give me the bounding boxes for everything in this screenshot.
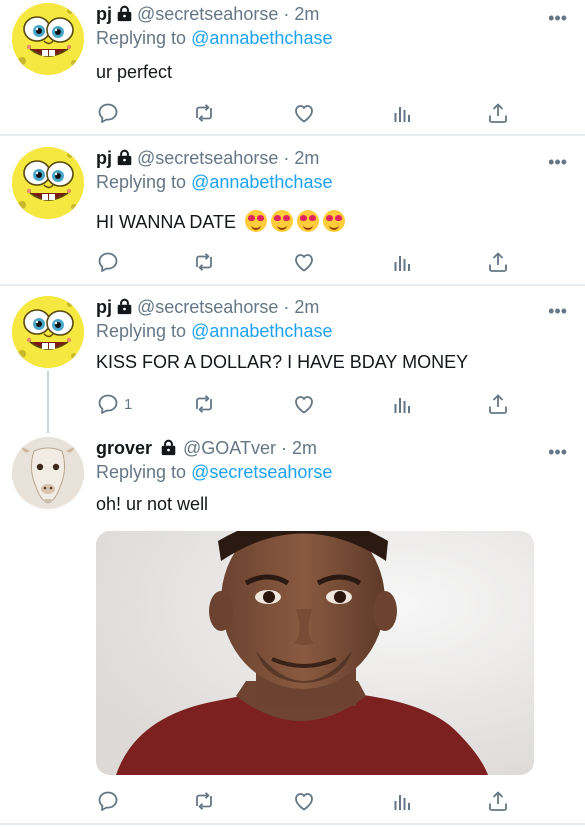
replying-to-link[interactable]: @annabethchase [191, 28, 332, 48]
separator-dot: · [281, 438, 287, 458]
spongebob-avatar[interactable] [12, 296, 84, 368]
analytics-icon[interactable] [390, 788, 414, 814]
display-name[interactable]: pj [96, 148, 112, 168]
lock-icon [160, 439, 177, 456]
share-icon[interactable] [486, 788, 510, 814]
replying-prefix: Replying to [96, 321, 187, 341]
spongebob-avatar[interactable] [12, 3, 84, 75]
reply-icon[interactable]: 1 [96, 391, 132, 417]
tweet-text: oh! ur not well [96, 494, 209, 514]
tweet[interactable]: pj @secretseahorse · 2m ••• Replying to @… [0, 0, 585, 134]
replying-to-link[interactable]: @annabethchase [191, 321, 332, 341]
tweet-header: pj @secretseahorse · 2m [96, 148, 319, 169]
reply-icon[interactable] [96, 249, 120, 275]
tweet[interactable]: pj @secretseahorse · 2m ••• Replying to @… [0, 293, 585, 425]
replying-prefix: Replying to [96, 28, 187, 48]
retweet-icon[interactable] [192, 100, 216, 126]
separator-dot: · [283, 148, 290, 168]
goat-avatar[interactable] [12, 437, 84, 509]
replying-to-link[interactable]: @annabethchase [191, 172, 332, 192]
heart-eyes-emoji [271, 210, 294, 232]
smiling-man-photo[interactable] [96, 531, 534, 775]
like-icon[interactable] [292, 100, 316, 126]
more-options-icon[interactable]: ••• [548, 152, 567, 173]
handle[interactable]: @secretseahorse [137, 297, 278, 317]
retweet-icon[interactable] [192, 391, 216, 417]
tweet-text-row: HI WANNA DATE [96, 210, 346, 233]
tweet-header: grover @GOATver · 2m [96, 438, 317, 459]
lock-icon [116, 298, 133, 315]
heart-eyes-emoji [297, 210, 320, 232]
handle[interactable]: @secretseahorse [137, 4, 278, 24]
handle[interactable]: @secretseahorse [137, 148, 278, 168]
reply-count: 1 [124, 395, 133, 413]
lock-icon [116, 149, 133, 166]
timestamp[interactable]: 2m [294, 4, 319, 24]
replying-to-link[interactable]: @secretseahorse [191, 462, 332, 482]
spongebob-avatar[interactable] [12, 147, 84, 219]
share-icon[interactable] [486, 249, 510, 275]
replying-to: Replying to @annabethchase [96, 172, 332, 193]
display-name[interactable]: pj [96, 4, 112, 24]
reply-icon[interactable] [96, 788, 120, 814]
tweet-text: HI WANNA DATE [96, 212, 237, 232]
tweet-actions [96, 788, 516, 814]
retweet-icon[interactable] [192, 788, 216, 814]
display-name[interactable]: grover [96, 438, 152, 458]
tweet-actions: 1 [96, 391, 516, 417]
analytics-icon[interactable] [390, 249, 414, 275]
replying-to: Replying to @annabethchase [96, 28, 332, 49]
replying-to: Replying to @annabethchase [96, 321, 332, 342]
more-options-icon[interactable]: ••• [548, 301, 567, 322]
divider [0, 284, 585, 286]
tweet-actions [96, 249, 516, 275]
tweet-text: ur perfect [96, 62, 173, 82]
separator-dot: · [283, 4, 290, 24]
lock-icon [116, 5, 133, 22]
like-icon[interactable] [292, 391, 316, 417]
more-options-icon[interactable]: ••• [548, 442, 567, 463]
handle[interactable]: @GOATver [183, 438, 276, 458]
timestamp[interactable]: 2m [294, 148, 319, 168]
like-icon[interactable] [292, 788, 316, 814]
tweet-header: pj @secretseahorse · 2m [96, 297, 319, 318]
timestamp[interactable]: 2m [294, 297, 319, 317]
replying-to: Replying to @secretseahorse [96, 462, 332, 483]
tweet-actions [96, 100, 516, 126]
heart-eyes-emoji [323, 210, 346, 232]
tweet-header: pj @secretseahorse · 2m [96, 4, 319, 25]
tweet-text: KISS FOR A DOLLAR? I HAVE BDAY MONEY [96, 352, 469, 372]
share-icon[interactable] [486, 391, 510, 417]
more-options-icon[interactable]: ••• [548, 8, 567, 29]
analytics-icon[interactable] [390, 391, 414, 417]
heart-eyes-emoji [245, 210, 268, 232]
divider [0, 823, 585, 825]
separator-dot: · [283, 297, 290, 317]
timestamp[interactable]: 2m [292, 438, 317, 458]
replying-prefix: Replying to [96, 462, 187, 482]
reply-icon[interactable] [96, 100, 120, 126]
retweet-icon[interactable] [192, 249, 216, 275]
thread-connector [47, 371, 49, 433]
share-icon[interactable] [486, 100, 510, 126]
display-name[interactable]: pj [96, 297, 112, 317]
analytics-icon[interactable] [390, 100, 414, 126]
like-icon[interactable] [292, 249, 316, 275]
replying-prefix: Replying to [96, 172, 187, 192]
tweet[interactable]: pj @secretseahorse · 2m ••• Replying to @… [0, 144, 585, 284]
divider [0, 134, 585, 136]
